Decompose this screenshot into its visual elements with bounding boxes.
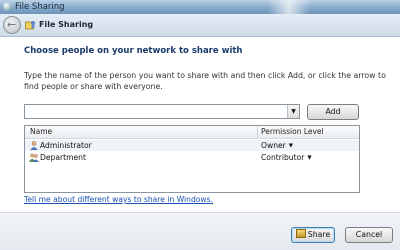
dropdown-arrow-button[interactable]: ▼ [287,105,299,118]
file-sharing-icon [25,21,35,30]
chevron-down-icon: ▼ [307,155,312,161]
user-name: Administrator [40,141,92,150]
window-titlebar[interactable]: File Sharing [0,0,400,14]
app-icon [3,2,12,11]
permission-dropdown[interactable]: Owner ▼ [261,140,293,152]
section-heading: Choose people on your network to share w… [24,46,243,56]
share-button-label: Share [307,230,331,239]
instructions-text: Type the name of the person you want to … [24,71,386,91]
back-arrow-icon: ← [7,18,17,31]
table-header: Name Permission Level [25,126,359,139]
help-link[interactable]: Tell me about different ways to share in… [24,195,213,204]
dialog-footer [0,212,400,250]
chevron-down-icon: ▼ [288,143,294,149]
column-divider[interactable] [257,126,258,138]
page-title: File Sharing [39,20,94,29]
cancel-button[interactable]: Cancel [345,227,393,243]
window-title: File Sharing [15,2,65,12]
titlebar-glare [268,0,310,14]
table-row[interactable]: Department Contributor ▼ [25,152,359,163]
group-icon [29,153,39,162]
share-name-input[interactable] [26,105,284,117]
column-header-name[interactable]: Name [30,126,52,138]
permission-dropdown[interactable]: Contributor ▼ [261,152,312,164]
user-icon [30,141,38,150]
user-name: Department [40,153,86,162]
permission-label: Owner [261,141,286,150]
add-button[interactable]: Add [307,104,359,120]
share-name-combobox[interactable]: ▼ [24,104,300,119]
permission-label: Contributor [261,153,305,162]
sharing-table: Name Permission Level Administrator Owne… [24,125,360,193]
back-button[interactable]: ← [3,16,21,34]
share-button[interactable]: Share [291,227,335,243]
shield-icon [295,229,306,238]
column-header-permission[interactable]: Permission Level [261,126,324,138]
navigation-bar: ← File Sharing [0,14,400,37]
table-row[interactable]: Administrator Owner ▼ [25,140,359,151]
